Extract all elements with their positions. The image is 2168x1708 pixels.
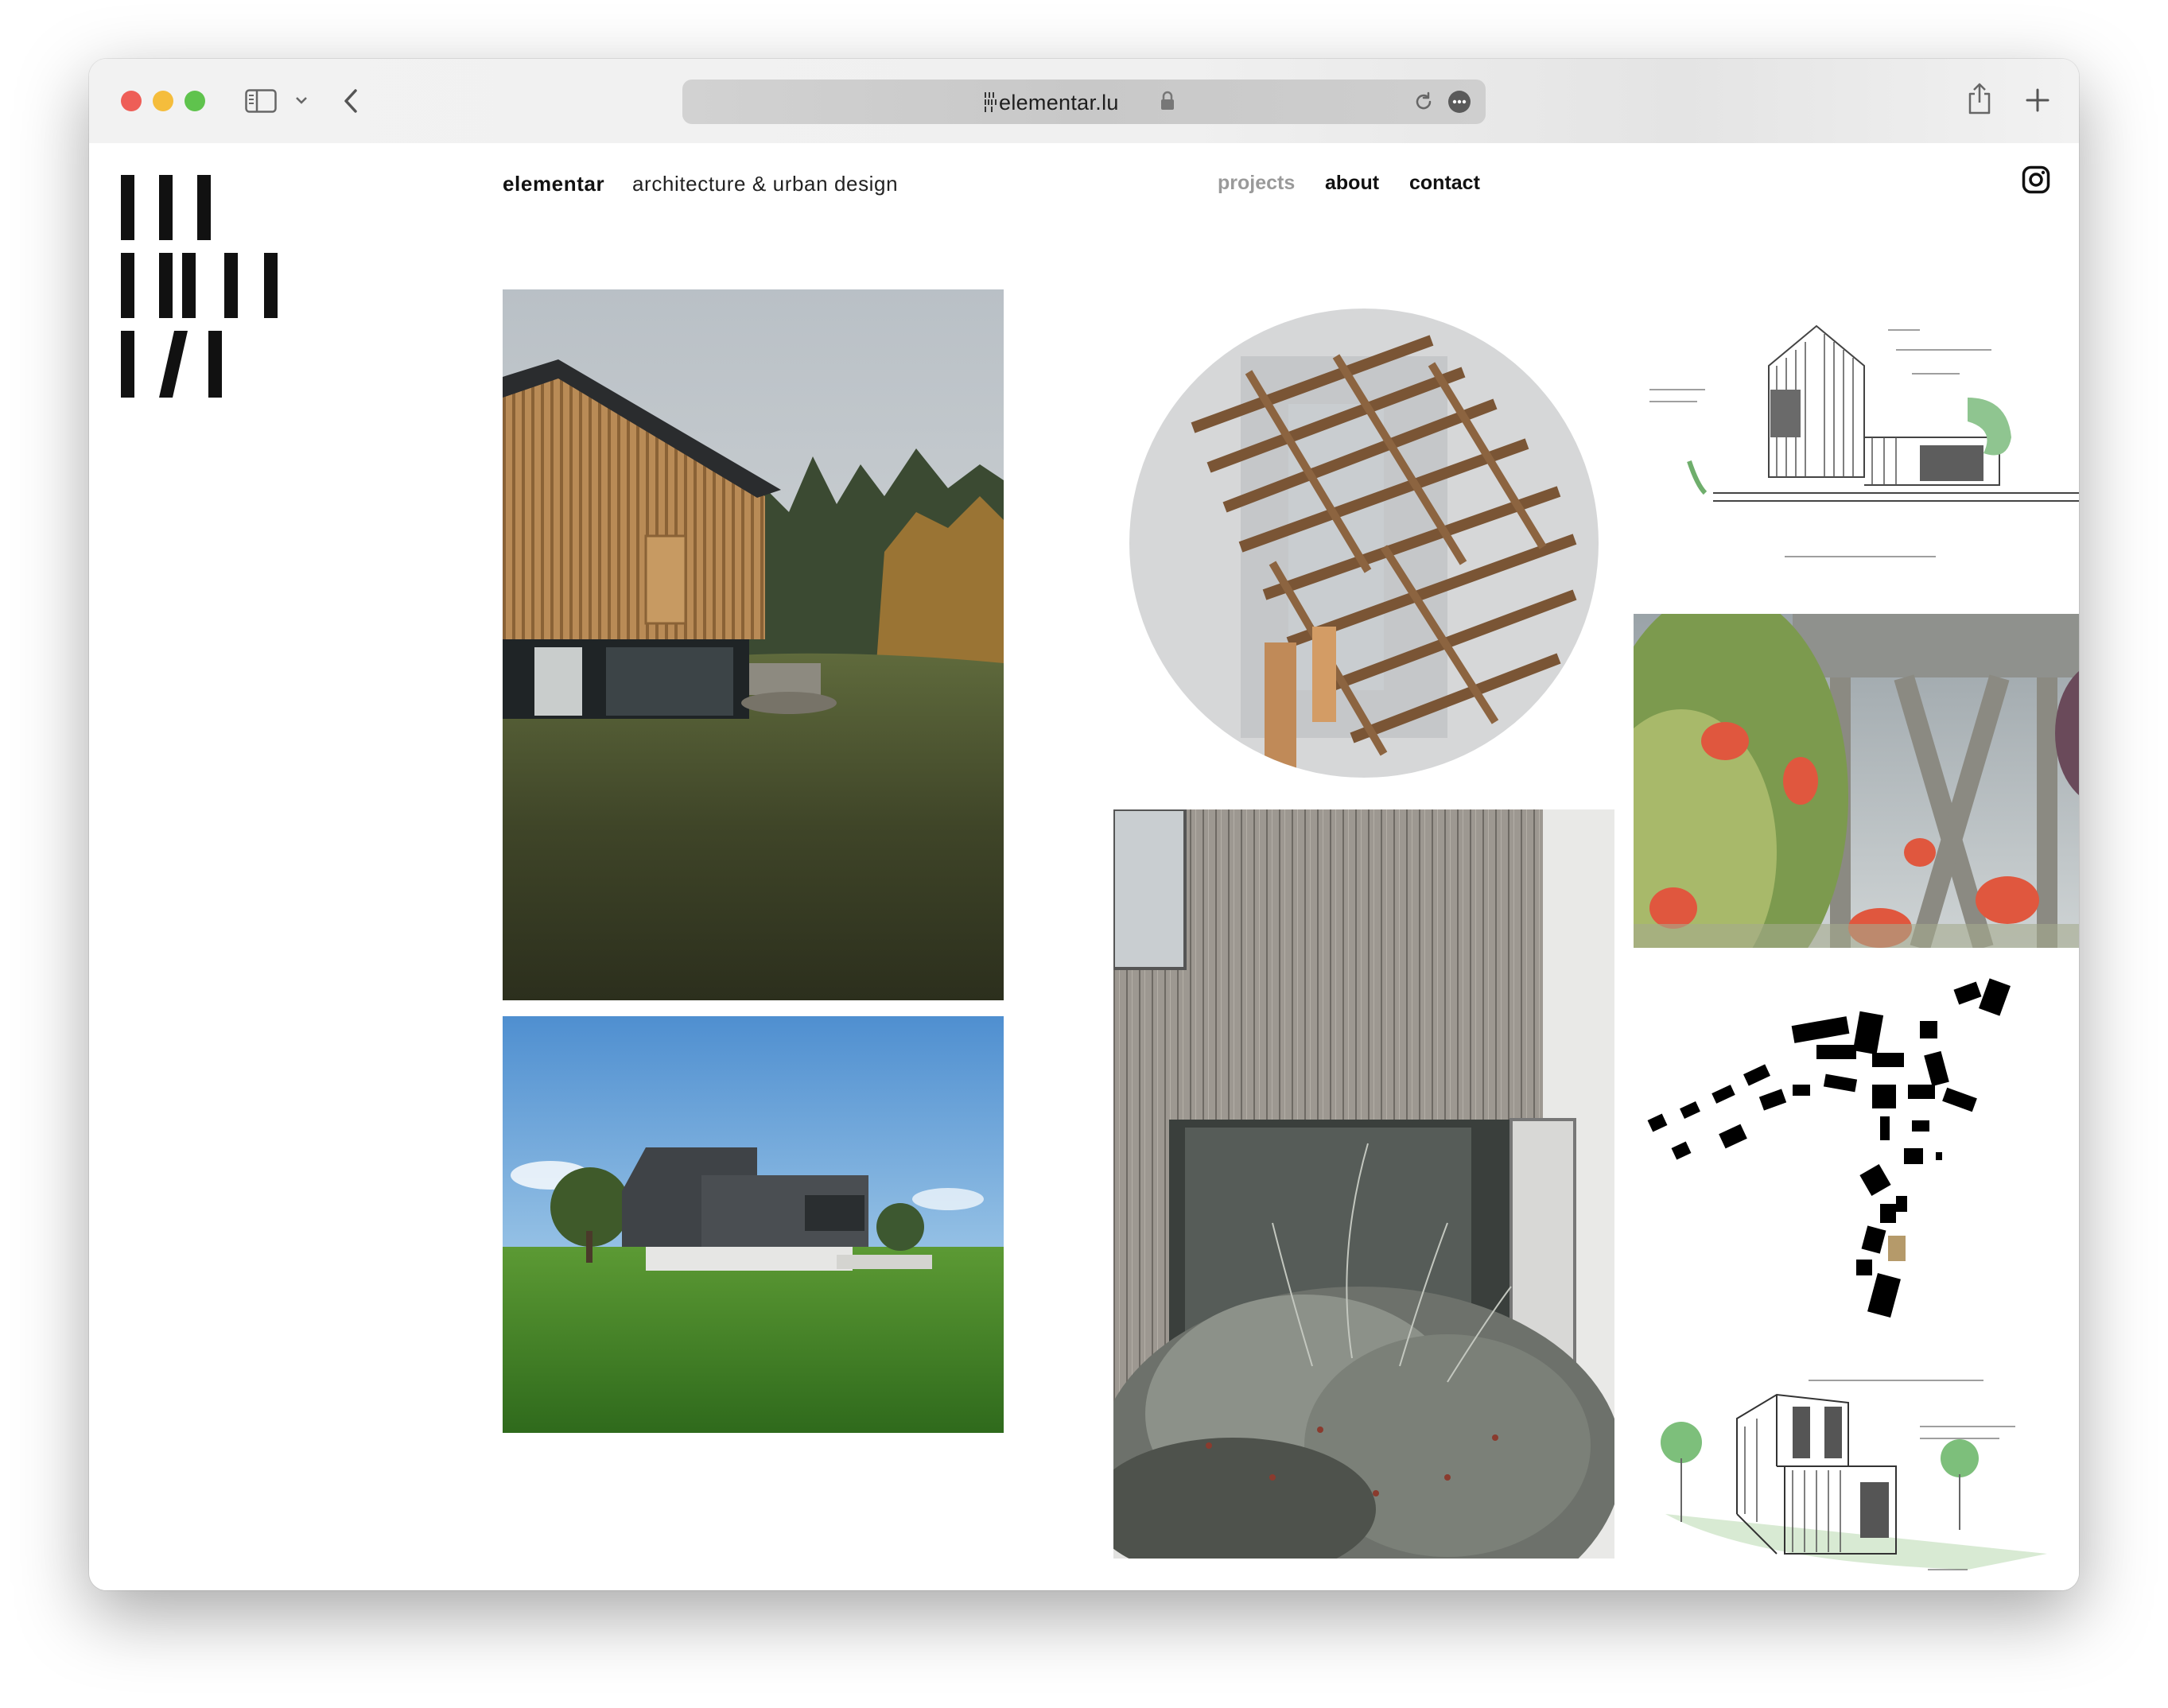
project-tile-wooden-house[interactable] [503,289,1004,1000]
project-tile-cube-sketch[interactable] [1634,1371,2079,1590]
lock-icon [1160,91,1175,115]
address-bar[interactable]: elementar.lu [682,80,1486,124]
instagram-icon[interactable] [2022,165,2050,198]
close-window-button[interactable] [121,91,142,111]
site-favicon-icon [983,91,1000,117]
nav-contact[interactable]: contact [1409,172,1480,195]
plus-icon[interactable] [2025,87,2050,117]
sidebar-icon[interactable] [245,89,277,117]
webpage: elementar architecture & urban design pr… [89,143,2079,1590]
browser-toolbar: elementar.lu [89,59,2079,144]
share-icon[interactable] [1966,81,1993,120]
project-tile-timber-facade-shrub[interactable] [1113,809,1614,1559]
zoom-window-button[interactable] [185,91,205,111]
site-tagline: architecture & urban design [632,172,899,196]
project-tile-dark-cube-house[interactable] [503,1016,1004,1433]
nav-projects[interactable]: projects [1218,172,1295,195]
reload-icon[interactable] [1412,91,1435,117]
minimize-window-button[interactable] [153,91,173,111]
more-icon[interactable] [1447,90,1471,118]
chevron-left-icon[interactable] [342,87,359,118]
project-tile-pavilion-poppies[interactable] [1634,614,2079,948]
chevron-down-icon[interactable] [294,95,309,111]
brand-name[interactable]: elementar [503,172,604,196]
project-tile-house-sketch[interactable] [1634,302,2079,588]
project-tile-timber-structure-render[interactable] [1129,309,1599,778]
project-tile-site-plan[interactable] [1634,965,2079,1347]
browser-window: elementar.lu elementar architecture & ur… [89,59,2079,1590]
nav-about[interactable]: about [1325,172,1379,195]
site-logo-icon[interactable] [121,175,288,410]
url-text[interactable]: elementar.lu [999,91,1119,115]
